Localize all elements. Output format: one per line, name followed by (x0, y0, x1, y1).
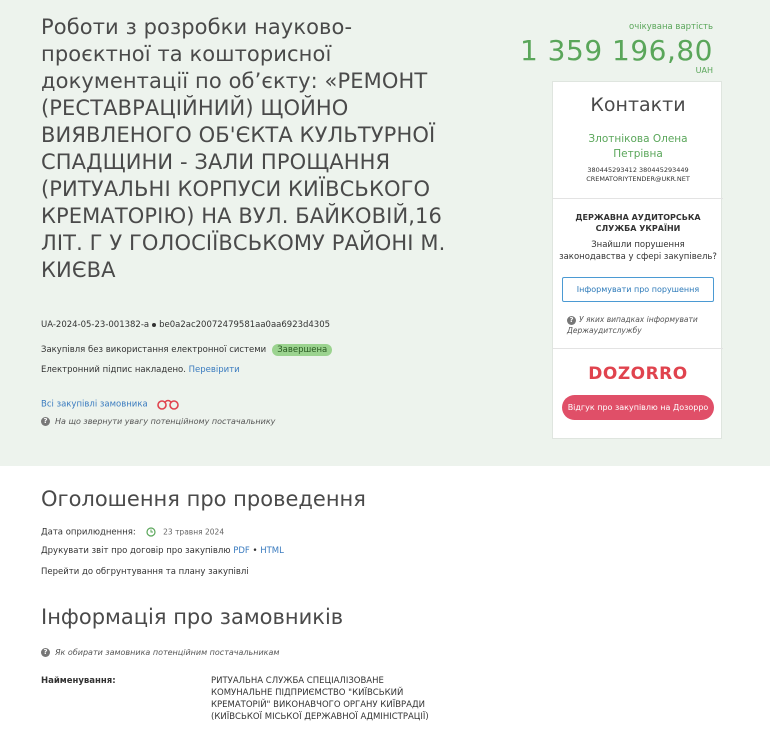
buyer-name-value: РИТУАЛЬНА СЛУЖБА СПЕЦІАЛІЗОВАНЕ КОМУНАЛЬ… (211, 676, 429, 722)
audit-hint-text: У яких випадках інформувати Держаудитслу… (567, 315, 698, 335)
currency: UAH (695, 66, 713, 75)
tender-header: Роботи з розробки науково-проєктної та к… (0, 0, 770, 466)
procurement-plan-link[interactable]: Перейти до обгрунтування та плану закупі… (41, 567, 249, 577)
published-date: 23 травня 2024 (163, 527, 225, 537)
contact-phones: 380445293412 380445293449 (587, 166, 689, 174)
verify-signature-link[interactable]: Перевірити (189, 365, 240, 375)
question-icon: ? (41, 648, 50, 657)
signature-line: Електронний підпис накладено. Перевірити (41, 365, 240, 375)
all-buyer-purchases-link[interactable]: Всі закупівлі замовника (41, 400, 148, 410)
dozorro-logo: DOZORRO (588, 364, 688, 384)
supplier-attention-text: На що звернути увагу потенційному постач… (55, 417, 276, 426)
contact-email: CREMATORIYTENDER@UKR.NET (586, 175, 690, 183)
procedure-type: Закупівля без використання електронної с… (41, 344, 333, 356)
audit-hint[interactable]: ? У яких випадках інформувати Держаудитсл… (567, 314, 717, 336)
announcement-title: Оголошення про проведення (41, 487, 366, 511)
contact-person: Злотнікова Олена Петрівна (553, 132, 723, 162)
tender-title: Роботи з розробки науково-проєктної та к… (41, 15, 446, 282)
divider (553, 348, 723, 349)
tender-hash: be0a2ac20072479581aa0aa6923d4305 (159, 320, 331, 330)
contact-name-line2: Петрівна (613, 148, 663, 160)
status-badge: Завершена (272, 344, 333, 356)
contact-details: 380445293412 380445293449 CREMATORIYTEND… (553, 166, 723, 184)
signature-text: Електронний підпис накладено. (41, 365, 186, 375)
print-html-link[interactable]: HTML (260, 546, 284, 556)
contacts-card: Контакти Злотнікова Олена Петрівна 38044… (552, 81, 723, 439)
supplier-attention-hint[interactable]: ? На що звернути увагу потенційному пост… (41, 417, 275, 426)
divider (553, 198, 723, 199)
buyer-purchases: Всі закупівлі замовника (41, 398, 180, 410)
tender-id: UA-2024-05-23-001382-a be0a2ac20072479581… (41, 320, 330, 330)
audit-service-title: ДЕРЖАВНА АУДИТОРСЬКА СЛУЖБА УКРАЇНИ (575, 213, 701, 233)
published-label: Дата оприлюднення: (41, 527, 136, 538)
procedure-type-label: Закупівля без використання електронної с… (41, 345, 267, 355)
separator-dot (152, 322, 157, 327)
audit-question: Знайшли порушення законодавства у сфері … (559, 240, 717, 262)
print-pdf-link[interactable]: PDF (233, 546, 250, 556)
handcuffs-icon[interactable] (156, 398, 180, 410)
print-report-row: Друкувати звіт про договір про закупівлю… (41, 546, 284, 556)
buyer-choice-hint[interactable]: ? Як обирати замовника потенційним поста… (41, 648, 279, 657)
expected-value: 1 359 196,80 (519, 34, 713, 67)
separator-dot: • (252, 546, 258, 556)
expected-value-label: очікувана вартість (629, 22, 713, 32)
question-icon: ? (567, 315, 576, 325)
buyer-name-label: Найменування: (41, 676, 116, 686)
question-icon: ? (41, 417, 50, 426)
contact-name-line1: Злотнікова Олена (588, 133, 688, 145)
report-violation-button[interactable]: Інформувати про порушення (562, 277, 714, 302)
contacts-title: Контакти (590, 94, 686, 116)
print-report-label: Друкувати звіт про договір про закупівлю (41, 546, 231, 556)
buyer-choice-hint-text: Як обирати замовника потенційним постача… (55, 648, 280, 657)
buyers-title: Інформація про замовників (41, 605, 344, 629)
published-date-row: Дата оприлюднення: 23 травня 2024 (41, 527, 224, 538)
tender-id-value: UA-2024-05-23-001382-a (41, 320, 150, 330)
clock-icon (146, 527, 157, 537)
dozorro-review-button[interactable]: Відгук про закупівлю на Дозорро (562, 395, 714, 420)
